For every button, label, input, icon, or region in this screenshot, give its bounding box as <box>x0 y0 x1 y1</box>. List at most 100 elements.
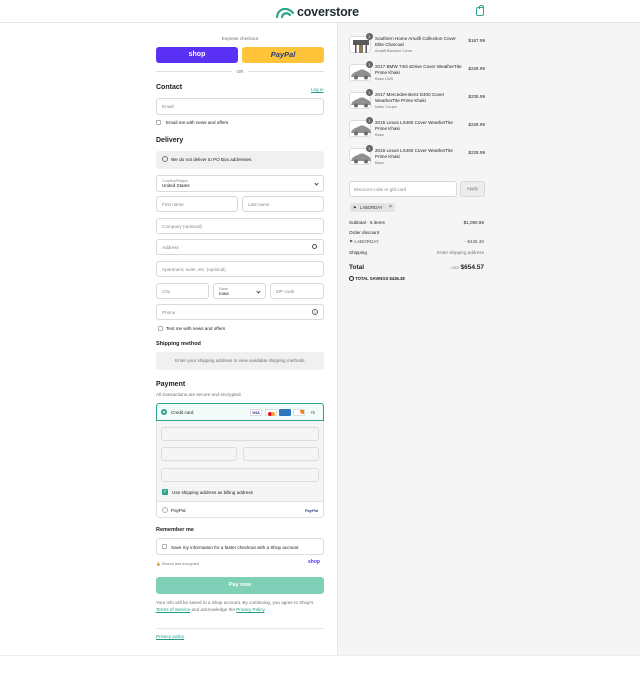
po-box-notice-text: We do not deliver to PO Box addresses. <box>171 157 253 162</box>
country-select[interactable]: Country/Region United States <box>156 175 324 192</box>
credit-card-radio[interactable] <box>161 409 167 415</box>
po-box-notice: We do not deliver to PO Box addresses. <box>156 151 324 169</box>
privacy-link[interactable]: Privacy Policy <box>236 607 264 612</box>
coverstore-logo[interactable]: coverstore <box>276 4 359 20</box>
product-info: 2015 Lexus LS460 Cover WeatherTite Prime… <box>375 120 465 138</box>
mastercard-icon <box>265 409 277 416</box>
paypal-logo-icon: PayPal <box>304 508 318 513</box>
phone-field[interactable]: Phone ? <box>156 304 324 320</box>
billing-checkbox[interactable]: ✓ <box>162 489 168 495</box>
shopping-bag-icon[interactable] <box>476 5 484 16</box>
shop-logo: shop <box>308 559 320 565</box>
product-variant: Base <box>375 132 384 137</box>
product-thumbnail: 1 <box>349 89 373 109</box>
apply-button[interactable]: Apply <box>460 181 485 197</box>
first-name-field[interactable]: First name <box>156 196 238 212</box>
city-field[interactable]: City <box>156 283 209 299</box>
paypal-radio[interactable] <box>162 507 168 513</box>
discount-value: - $436.38 <box>464 239 484 244</box>
product-variant: Base <box>375 160 384 165</box>
remember-option[interactable]: Save my information for a faster checkou… <box>156 538 324 555</box>
discount-tag: ⚑ LABORDAY × <box>350 203 395 212</box>
total-label: Total <box>349 264 365 271</box>
shop-pay-button[interactable]: shop <box>156 47 238 63</box>
product-name: 2016 Lexus LS460 Cover WeatherTite Prime… <box>375 148 453 159</box>
privacy-policy-link[interactable]: Privacy policy <box>156 634 184 639</box>
sms-label: Text me with news and offers <box>166 326 226 331</box>
address-field[interactable]: Address <box>156 239 324 255</box>
search-icon <box>312 244 317 249</box>
state-select[interactable]: State Iowa <box>213 283 266 299</box>
product-price: $228.99 <box>468 150 485 155</box>
company-field[interactable]: Company (optional) <box>156 218 324 234</box>
credit-card-option[interactable]: Credit card VISA +5 <box>156 403 324 421</box>
card-details-panel: ✓ Use shipping address as billing addres… <box>156 421 324 501</box>
shipping-row: Shipping Enter shipping address <box>349 250 484 255</box>
product-variant: Matic Coupe <box>375 104 397 109</box>
total-row: Total USD $654.57 <box>349 264 484 271</box>
savings-label: TOTAL SAVINGS <box>355 276 389 281</box>
subtotal-label: Subtotal · 5 items <box>349 220 385 225</box>
order-summary <box>337 23 640 655</box>
terms-link[interactable]: Terms of Service <box>156 607 190 612</box>
remember-checkbox[interactable] <box>162 544 167 549</box>
product-name: Southern Home Amalfi Collection Cover El… <box>375 36 456 47</box>
divider-left <box>156 71 232 72</box>
quantity-badge: 1 <box>366 145 373 152</box>
name-on-card-field[interactable] <box>161 468 319 482</box>
apartment-field[interactable]: Apartment, suite, etc. (optional) <box>156 261 324 277</box>
product-price: $228.99 <box>468 122 485 127</box>
help-icon[interactable]: ? <box>312 309 318 315</box>
product-info: 2016 Lexus LS460 Cover WeatherTite Prime… <box>375 148 465 166</box>
order-discount-label: Order discount <box>349 230 380 235</box>
remember-title: Remember me <box>156 527 194 533</box>
shipping-method-title: Shipping method <box>156 341 201 347</box>
product-info: Southern Home Amalfi Collection Cover El… <box>375 36 465 54</box>
currency-code: USD <box>451 266 460 270</box>
brand-name: coverstore <box>297 5 359 19</box>
more-cards-count: +5 <box>310 410 315 415</box>
credit-card-label: Credit card <box>171 410 194 415</box>
quantity-badge: 1 <box>366 33 373 40</box>
discover-icon <box>293 409 305 416</box>
product-price: $235.99 <box>468 94 485 99</box>
product-thumbnail: 1 <box>349 33 373 53</box>
shipping-label: Shipping <box>349 250 367 255</box>
last-name-field[interactable]: Last name <box>242 196 324 212</box>
car-logo-icon <box>276 7 294 18</box>
newsletter-checkbox[interactable] <box>156 120 161 125</box>
or-label: OR <box>236 69 244 74</box>
product-thumbnail: 1 <box>349 145 373 165</box>
paypal-express-button[interactable]: PayPal <box>242 47 324 63</box>
legal-and: and acknowledge the <box>191 606 235 612</box>
divider-right <box>248 71 324 72</box>
quantity-badge: 1 <box>366 61 373 68</box>
address-placeholder: Address <box>162 245 179 250</box>
sms-checkbox[interactable] <box>158 326 163 331</box>
shop-legal-text: Your info will be saved to a Shop accoun… <box>156 600 314 612</box>
product-price: $228.99 <box>468 66 485 71</box>
card-number-field[interactable] <box>161 427 319 441</box>
country-select-value: United States <box>162 183 190 188</box>
page-bottom-border <box>0 655 640 656</box>
zip-field[interactable]: ZIP code <box>270 283 324 299</box>
discount-tag-code: LABORDAY <box>360 205 383 210</box>
quantity-badge: 1 <box>366 117 373 124</box>
paypal-option[interactable]: PayPal PayPal <box>156 501 324 518</box>
email-field[interactable]: Email <box>156 98 324 115</box>
remove-code-icon[interactable]: × <box>389 204 392 210</box>
phone-placeholder: Phone <box>162 310 176 315</box>
pay-now-button[interactable]: Pay now <box>156 577 324 594</box>
discount-field[interactable]: Discount code or gift card <box>349 181 457 197</box>
expiration-field[interactable] <box>161 447 237 461</box>
product-variant: Amalfi Barstool Cover <box>375 48 413 53</box>
discount-code-label: LABORDAY <box>354 239 380 244</box>
secure-label: 🔒 Secure and encrypted <box>156 561 199 566</box>
subtotal-row: Subtotal · 5 items $1,090.95 <box>349 220 484 225</box>
login-link[interactable]: Log in <box>311 87 324 92</box>
payment-title: Payment <box>156 381 186 388</box>
order-discount-row: Order discount <box>349 230 484 235</box>
security-code-field[interactable] <box>243 447 319 461</box>
remember-label: Save my information for a faster checkou… <box>171 545 299 550</box>
tag-icon: ⚑ <box>349 239 354 244</box>
